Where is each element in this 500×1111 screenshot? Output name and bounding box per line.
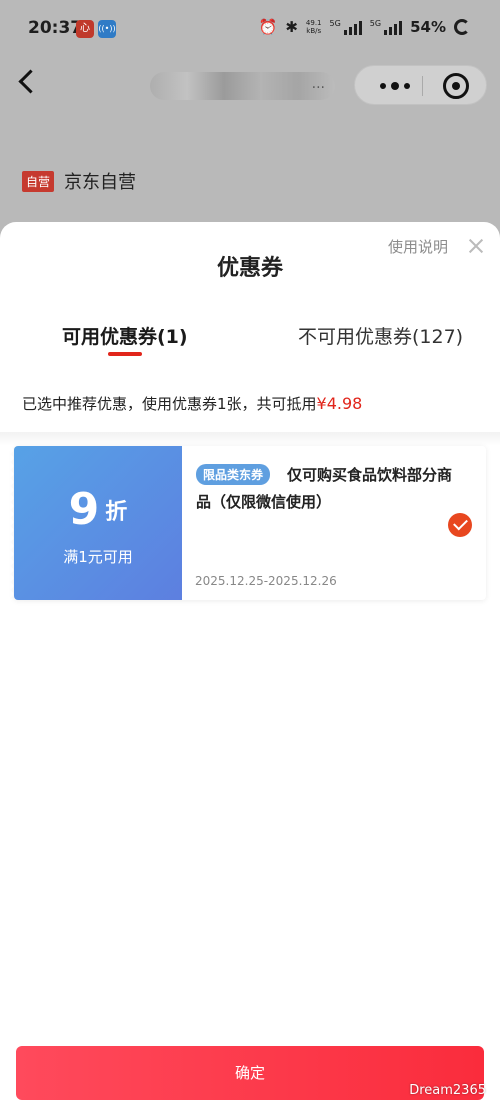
selected-check-icon[interactable] bbox=[448, 513, 472, 537]
shop-row: 自营 京东自营 bbox=[22, 168, 136, 194]
discount-value: 9 bbox=[68, 484, 100, 535]
tab-unavailable-coupons[interactable]: 不可用优惠券(127) bbox=[298, 322, 463, 349]
active-tab-indicator bbox=[108, 352, 142, 356]
summary-amount: ¥4.98 bbox=[316, 394, 363, 413]
section-divider bbox=[0, 432, 500, 446]
coupon-category-tag: 限品类东券 bbox=[196, 464, 271, 485]
capsule-divider bbox=[422, 76, 423, 96]
nav-bar: ... bbox=[0, 58, 500, 114]
net-speed: 49.1 kB/s bbox=[305, 19, 322, 35]
coupon-threshold: 满1元可用 bbox=[63, 548, 133, 566]
tab-available-coupons[interactable]: 可用优惠券(1) bbox=[62, 322, 188, 349]
self-operated-tag: 自营 bbox=[22, 170, 55, 192]
status-right: ⏰ ✱ 49.1 kB/s 5G 5G 54% bbox=[259, 18, 470, 36]
signal-icon-1: 5G bbox=[330, 19, 362, 35]
notification-app-icon: 心 bbox=[76, 20, 94, 38]
battery-icon bbox=[454, 19, 470, 35]
alarm-icon: ⏰ bbox=[258, 18, 278, 36]
more-dots-icon[interactable] bbox=[375, 76, 415, 96]
battery-level: 54% bbox=[410, 18, 446, 36]
mini-program-capsule bbox=[354, 65, 487, 105]
nav-title-blurred: ... bbox=[150, 72, 335, 100]
coupon-validity: 2025.12.25-2025.12.26 bbox=[195, 574, 337, 588]
bluetooth-icon: ✱ bbox=[285, 18, 298, 36]
status-time: 20:37 bbox=[28, 18, 83, 38]
discount-unit: 折 bbox=[105, 499, 128, 525]
selection-summary: 已选中推荐优惠，使用优惠券1张，共可抵用¥4.98 bbox=[22, 393, 362, 414]
close-icon[interactable] bbox=[466, 236, 486, 256]
summary-text: 已选中推荐优惠，使用优惠券1张，共可抵用 bbox=[22, 395, 317, 413]
shop-name: 京东自营 bbox=[64, 172, 137, 193]
back-icon[interactable] bbox=[16, 70, 40, 94]
coupon-discount: 9折 bbox=[14, 484, 182, 535]
coupon-value-panel: 9折 满1元可用 bbox=[10, 446, 182, 600]
coupon-card[interactable]: 9折 满1元可用 仅可购买食品饮料部分商品（仅限微信使用） 限品类东券 2025… bbox=[10, 446, 486, 600]
coupon-sheet: 优惠券 使用说明 可用优惠券(1) 不可用优惠券(127) 已选中推荐优惠，使用… bbox=[0, 222, 500, 1111]
target-icon[interactable] bbox=[443, 73, 469, 99]
nfc-app-icon: ((•)) bbox=[98, 20, 116, 38]
background-page: 20:37 心 ((•)) ⏰ ✱ 49.1 kB/s 5G 5G 54% ...… bbox=[0, 0, 500, 240]
nav-title-suffix: ... bbox=[311, 76, 325, 92]
usage-instructions-link[interactable]: 使用说明 bbox=[388, 236, 448, 257]
watermark: Dream2365 bbox=[409, 1083, 486, 1098]
status-bar: 20:37 心 ((•)) ⏰ ✱ 49.1 kB/s 5G 5G 54% bbox=[0, 0, 500, 58]
signal-icon-2: 5G bbox=[370, 19, 403, 35]
